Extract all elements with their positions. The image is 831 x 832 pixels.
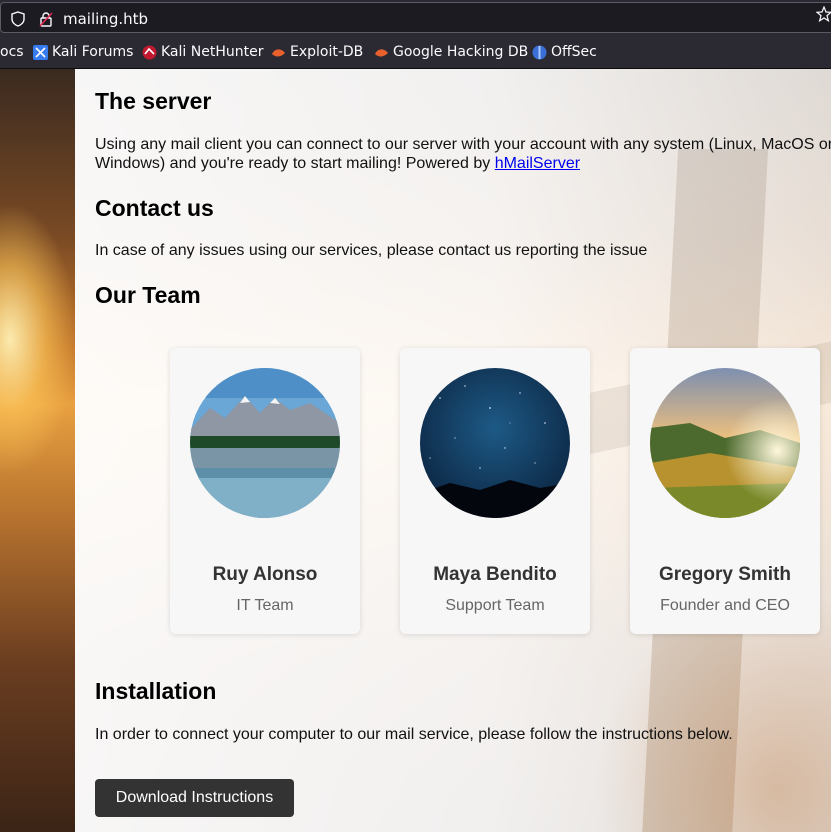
team-heading: Our Team [95, 282, 201, 308]
exploit-db-icon [271, 45, 286, 64]
mountain-lake-photo [190, 368, 340, 518]
bookmark-star-icon[interactable] [815, 5, 831, 27]
bookmark-docs[interactable]: ocs [0, 44, 24, 60]
web-page: The server Using any mail client you can… [0, 69, 831, 832]
bookmark-google-hacking-db[interactable]: Google Hacking DB [375, 44, 529, 60]
member-role: Founder and CEO [660, 597, 790, 614]
member-name: Gregory Smith [659, 564, 791, 585]
bookmark-label: Kali Forums [52, 44, 134, 60]
team-card: Maya Bendito Support Team [400, 348, 590, 634]
contact-heading: Contact us [95, 195, 214, 221]
address-bar[interactable]: mailing.htb [0, 2, 831, 33]
night-sky-photo [420, 368, 570, 518]
installation-heading: Installation [95, 678, 217, 704]
lock-insecure-icon[interactable] [39, 11, 53, 32]
server-text-line2: Windows) and you're ready to start maili… [95, 155, 495, 172]
hmailserver-link[interactable]: hMailServer [495, 155, 580, 172]
team-card: Ruy Alonso IT Team [170, 348, 360, 634]
bookmark-label: ocs [0, 44, 24, 60]
bookmark-exploit-db[interactable]: Exploit-DB [272, 44, 364, 60]
bookmark-offsec[interactable]: OffSec [532, 44, 597, 60]
contact-text: In case of any issues using our services… [95, 242, 648, 259]
bookmark-label: Exploit-DB [290, 44, 364, 60]
browser-toolbar: mailing.htb [0, 0, 831, 36]
bookmark-kali-forums[interactable]: Kali Forums [33, 44, 134, 60]
download-instructions-button[interactable]: Download Instructions [95, 779, 294, 817]
shield-icon[interactable] [11, 11, 25, 32]
member-name: Ruy Alonso [212, 564, 318, 585]
member-role: Support Team [445, 597, 545, 614]
kali-nethunter-icon [142, 45, 157, 64]
installation-text: In order to connect your computer to our… [95, 726, 733, 743]
url-text[interactable]: mailing.htb [63, 10, 148, 28]
offsec-icon [532, 45, 547, 64]
sunset-meadow-photo [650, 368, 800, 518]
server-heading: The server [95, 88, 212, 114]
google-hacking-db-icon [374, 45, 389, 64]
kali-forums-icon [33, 45, 48, 64]
server-text: Using any mail client you can connect to… [95, 135, 831, 173]
member-role: IT Team [236, 597, 294, 614]
team-card: Gregory Smith Founder and CEO [630, 348, 820, 634]
bookmarks-toolbar: ocs Kali Forums Kali NetHunter Exploit-D… [0, 36, 831, 69]
member-name: Maya Bendito [433, 564, 557, 585]
bookmark-label: Kali NetHunter [161, 44, 264, 60]
bookmark-label: OffSec [551, 44, 597, 60]
server-text-line1: Using any mail client you can connect to… [95, 136, 831, 153]
bookmark-kali-nethunter[interactable]: Kali NetHunter [142, 44, 264, 60]
bookmark-label: Google Hacking DB [393, 44, 529, 60]
